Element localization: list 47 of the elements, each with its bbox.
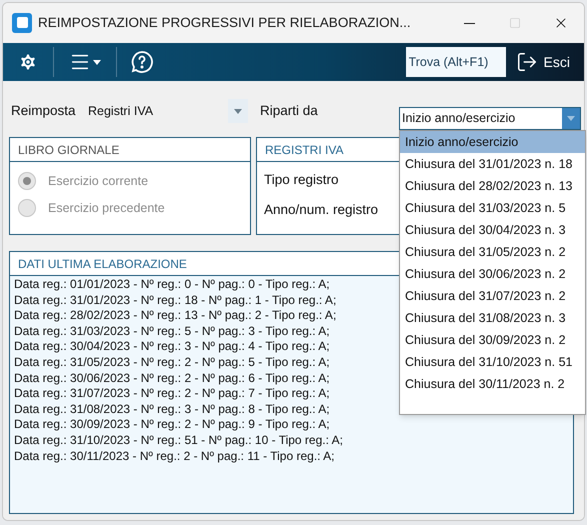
dropdown-option[interactable]: Chiusura del 31/10/2023 n. 51: [400, 351, 585, 373]
log-line: Data reg.: 28/02/2023 - Nº reg.: 13 - Nº pag.: 2 - Tipo reg.: A;: [14, 308, 336, 324]
dropdown-option[interactable]: Chiusura del 31/05/2023 n. 2: [400, 241, 585, 263]
dropdown-field[interactable]: Registri IVA: [88, 99, 248, 123]
window-title: REIMPOSTAZIONE PROGRESSIVI PER RIELABORAZION...: [38, 14, 411, 32]
minimize-icon: [464, 22, 474, 24]
dropdown-field[interactable]: Inizio anno/esercizio: [399, 107, 581, 130]
dropdown-option[interactable]: Chiusura del 31/07/2023 n. 2: [400, 285, 585, 307]
panel-title: LIBRO GIORNALE: [18, 142, 120, 158]
log-line: Data reg.: 31/01/2023 - Nº reg.: 18 - Nº pag.: 1 - Tipo reg.: A;: [14, 292, 336, 308]
dropdown-option[interactable]: Chiusura del 28/02/2023 n. 13: [400, 175, 585, 197]
app-icon: [12, 13, 32, 33]
caret-icon: [567, 116, 575, 121]
dropdown-option[interactable]: Inizio anno/esercizio: [400, 131, 585, 153]
caret-icon: [234, 108, 242, 114]
field-label: Reimposta: [10, 102, 77, 120]
field-label: Anno/num. registro: [264, 201, 378, 220]
log-line: Data reg.: 31/05/2023 - Nº reg.: 2 - Nº pag.: 5 - Tipo reg.: A;: [14, 354, 330, 371]
caret-icon: [93, 60, 101, 64]
log-line: Data reg.: 30/04/2023 - Nº reg.: 3 - Nº pag.: 4 - Tipo reg.: A;: [14, 339, 330, 355]
dropdown-option[interactable]: Chiusura del 31/01/2023 n. 18: [400, 153, 585, 175]
dropdown-option[interactable]: Chiusura del 30/04/2023 n. 3: [400, 219, 585, 241]
field-label: Tipo registro: [264, 171, 339, 189]
log-line: Data reg.: 31/10/2023 - Nº reg.: 51 - Nº pag.: 10 - Tipo reg.: A;: [14, 432, 343, 449]
dropdown-option[interactable]: Chiusura del 30/06/2023 n. 2: [400, 263, 585, 285]
panel-title: DATI ULTIMA ELABORAZIONE: [18, 256, 187, 272]
help-icon: [130, 50, 154, 74]
maximize-icon: [509, 17, 521, 29]
log-line: Data reg.: 01/01/2023 - Nº reg.: 0 - Nº pag.: 0 - Tipo reg.: A;: [14, 277, 330, 293]
log-line: Data reg.: 30/09/2023 - Nº reg.: 2 - Nº pag.: 9 - Tipo reg.: A;: [14, 417, 330, 433]
radio-label: Esercizio corrente: [48, 173, 148, 190]
dropdown-option[interactable]: Chiusura del 30/09/2023 n. 2: [400, 329, 585, 351]
log-line: Data reg.: 30/11/2023 - Nº reg.: 2 - Nº pag.: 11 - Tipo reg.: A;: [14, 448, 334, 464]
dropdown-option[interactable]: Chiusura del 31/08/2023 n. 3: [400, 307, 585, 329]
exit-icon: [516, 51, 538, 73]
log-line: Data reg.: 31/03/2023 - Nº reg.: 5 - Nº pag.: 3 - Tipo reg.: A;: [14, 324, 330, 340]
settings-icon: [18, 52, 38, 72]
exit-button[interactable]: Esci: [516, 51, 570, 73]
log-line: Data reg.: 30/06/2023 - Nº reg.: 2 - Nº pag.: 6 - Tipo reg.: A;: [14, 370, 330, 386]
search-field[interactable]: Trova (Alt+F1): [406, 47, 506, 77]
field-label: Riparti da: [260, 102, 318, 120]
log-line: Data reg.: 31/08/2023 - Nº reg.: 3 - Nº pag.: 8 - Tipo reg.: A;: [14, 402, 330, 418]
radio-label: Esercizio precedente: [48, 200, 165, 217]
log-line: Data reg.: 31/07/2023 - Nº reg.: 2 - Nº pag.: 7 - Tipo reg.: A;: [14, 386, 330, 402]
dropdown-option[interactable]: Chiusura del 30/11/2023 n. 2: [400, 373, 585, 395]
dropdown-option[interactable]: Chiusura del 31/03/2023 n. 5: [400, 197, 585, 219]
panel-title: REGISTRI IVA: [265, 142, 344, 158]
